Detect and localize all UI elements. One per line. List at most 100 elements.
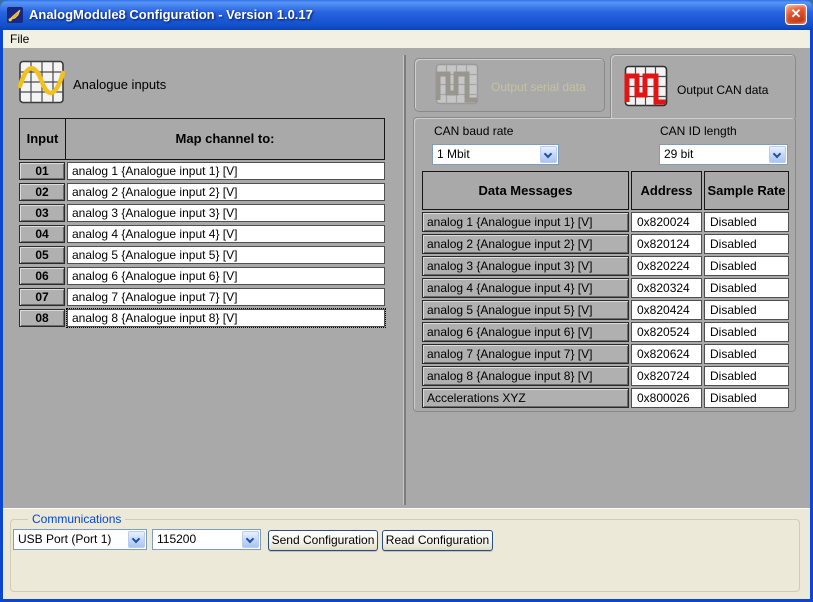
sample-rate-cell[interactable]: Disabled (704, 278, 789, 298)
sample-rate-cell[interactable]: Disabled (704, 300, 789, 320)
baud-select[interactable]: 115200 (152, 529, 261, 550)
data-message-cell[interactable]: analog 8 {Analogue input 8} [V] (422, 366, 629, 386)
map-channel-cell[interactable]: analog 5 {Analogue input 5} [V] (67, 246, 385, 264)
port-select-value: USB Port (Port 1) (18, 530, 111, 548)
map-channel-cell[interactable]: analog 7 {Analogue input 7} [V] (67, 288, 385, 306)
can-table-header: Data Messages Address Sample Rate (422, 171, 789, 210)
map-channel-cell[interactable]: analog 6 {Analogue input 6} [V] (67, 267, 385, 285)
menu-file[interactable]: File (3, 30, 36, 48)
read-configuration-button[interactable]: Read Configuration (382, 530, 493, 551)
table-row: analog 2 {Analogue input 2} [V] 0x820124… (422, 234, 791, 254)
table-row: Accelerations XYZ 0x800026 Disabled (422, 388, 791, 408)
combo-arrow-button[interactable] (769, 146, 786, 163)
data-message-cell[interactable]: analog 6 {Analogue input 6} [V] (422, 322, 629, 342)
table-row: 01 analog 1 {Analogue input 1} [V] (19, 162, 385, 180)
sample-rate-cell[interactable]: Disabled (704, 366, 789, 386)
chevron-down-icon (132, 535, 140, 543)
combo-arrow-button[interactable] (242, 531, 259, 548)
baud-select-value: 115200 (157, 530, 196, 548)
input-table-header: Input Map channel to: (19, 118, 385, 160)
address-cell[interactable]: 0x820724 (631, 366, 702, 386)
data-message-cell[interactable]: analog 3 {Analogue input 3} [V] (422, 256, 629, 276)
address-cell[interactable]: 0x820424 (631, 300, 702, 320)
address-cell[interactable]: 0x820024 (631, 212, 702, 232)
input-number: 08 (19, 309, 65, 327)
can-data-panel: CAN baud rate 1 Mbit CAN ID length 29 bi… (413, 117, 796, 412)
table-row: 03 analog 3 {Analogue input 3} [V] (19, 204, 385, 222)
can-id-length-label: CAN ID length (660, 124, 737, 138)
can-baud-rate-value: 1 Mbit (437, 145, 470, 163)
input-column-header: Input (20, 119, 66, 159)
input-number: 02 (19, 183, 65, 201)
combo-arrow-button[interactable] (540, 146, 557, 163)
address-cell[interactable]: 0x820124 (631, 234, 702, 254)
map-channel-cell[interactable]: analog 2 {Analogue input 2} [V] (67, 183, 385, 201)
data-message-cell[interactable]: analog 7 {Analogue input 7} [V] (422, 344, 629, 364)
panel-divider (404, 55, 406, 505)
map-channel-cell[interactable]: analog 3 {Analogue input 3} [V] (67, 204, 385, 222)
can-baud-rate-label: CAN baud rate (434, 124, 513, 138)
input-table: 01 analog 1 {Analogue input 1} [V] 02 an… (19, 162, 385, 330)
sample-rate-cell[interactable]: Disabled (704, 256, 789, 276)
map-channel-column-header: Map channel to: (66, 119, 384, 159)
address-cell[interactable]: 0x820324 (631, 278, 702, 298)
table-row: analog 1 {Analogue input 1} [V] 0x820024… (422, 212, 791, 232)
data-messages-column-header: Data Messages (422, 171, 629, 210)
input-number: 06 (19, 267, 65, 285)
communications-label: Communications (28, 512, 125, 526)
table-row: analog 7 {Analogue input 7} [V] 0x820624… (422, 344, 791, 364)
close-icon: ✕ (791, 6, 802, 21)
tab-output-serial-data[interactable]: Output serial data (414, 58, 605, 112)
close-button[interactable]: ✕ (785, 4, 807, 25)
communications-panel: Communications USB Port (Port 1) 115200 … (3, 508, 810, 599)
data-message-cell[interactable]: analog 2 {Analogue input 2} [V] (422, 234, 629, 254)
input-number: 03 (19, 204, 65, 222)
menu-bar: File (3, 30, 810, 48)
map-channel-cell-focused[interactable]: analog 8 {Analogue input 8} [V] (67, 309, 385, 327)
port-select[interactable]: USB Port (Port 1) (13, 529, 147, 550)
can-tab-label: Output CAN data (677, 83, 768, 97)
map-channel-cell[interactable]: analog 1 {Analogue input 1} [V] (67, 162, 385, 180)
address-cell[interactable]: 0x820624 (631, 344, 702, 364)
can-id-length-select[interactable]: 29 bit (659, 144, 788, 165)
sample-rate-cell[interactable]: Disabled (704, 234, 789, 254)
table-row: analog 5 {Analogue input 5} [V] 0x820424… (422, 300, 791, 320)
chevron-down-icon (773, 150, 781, 158)
data-message-cell[interactable]: analog 1 {Analogue input 1} [V] (422, 212, 629, 232)
data-message-cell[interactable]: analog 4 {Analogue input 4} [V] (422, 278, 629, 298)
analogue-inputs-icon (18, 59, 65, 105)
analogue-inputs-label: Analogue inputs (73, 77, 166, 92)
main-content: Analogue inputs Input Map channel to: 01… (3, 48, 810, 508)
serial-tab-label: Output serial data (491, 80, 586, 94)
can-wave-grid-icon (624, 65, 668, 107)
table-row: analog 4 {Analogue input 4} [V] 0x820324… (422, 278, 791, 298)
input-number: 05 (19, 246, 65, 264)
table-row: analog 3 {Analogue input 3} [V] 0x820224… (422, 256, 791, 276)
table-row: analog 6 {Analogue input 6} [V] 0x820524… (422, 322, 791, 342)
sample-rate-cell[interactable]: Disabled (704, 212, 789, 232)
address-column-header: Address (631, 171, 702, 210)
sample-rate-cell[interactable]: Disabled (704, 388, 789, 408)
tab-output-can-data[interactable]: Output CAN data (610, 54, 796, 118)
data-message-cell[interactable]: Accelerations XYZ (422, 388, 629, 408)
chevron-down-icon (246, 535, 254, 543)
address-cell[interactable]: 0x820524 (631, 322, 702, 342)
title-bar[interactable]: AnalogModule8 Configuration - Version 1.… (0, 0, 813, 30)
window-title: AnalogModule8 Configuration - Version 1.… (29, 0, 313, 29)
sample-rate-cell[interactable]: Disabled (704, 322, 789, 342)
data-message-cell[interactable]: analog 5 {Analogue input 5} [V] (422, 300, 629, 320)
table-row: 02 analog 2 {Analogue input 2} [V] (19, 183, 385, 201)
sample-rate-cell[interactable]: Disabled (704, 344, 789, 364)
map-channel-cell[interactable]: analog 4 {Analogue input 4} [V] (67, 225, 385, 243)
table-row: 05 analog 5 {Analogue input 5} [V] (19, 246, 385, 264)
table-row: 08 analog 8 {Analogue input 8} [V] (19, 309, 385, 327)
input-number: 04 (19, 225, 65, 243)
sample-rate-column-header: Sample Rate (704, 171, 789, 210)
address-cell[interactable]: 0x800026 (631, 388, 702, 408)
app-icon (7, 7, 23, 23)
table-row: 06 analog 6 {Analogue input 6} [V] (19, 267, 385, 285)
address-cell[interactable]: 0x820224 (631, 256, 702, 276)
can-baud-rate-select[interactable]: 1 Mbit (432, 144, 559, 165)
send-configuration-button[interactable]: Send Configuration (268, 530, 378, 551)
combo-arrow-button[interactable] (128, 531, 145, 548)
